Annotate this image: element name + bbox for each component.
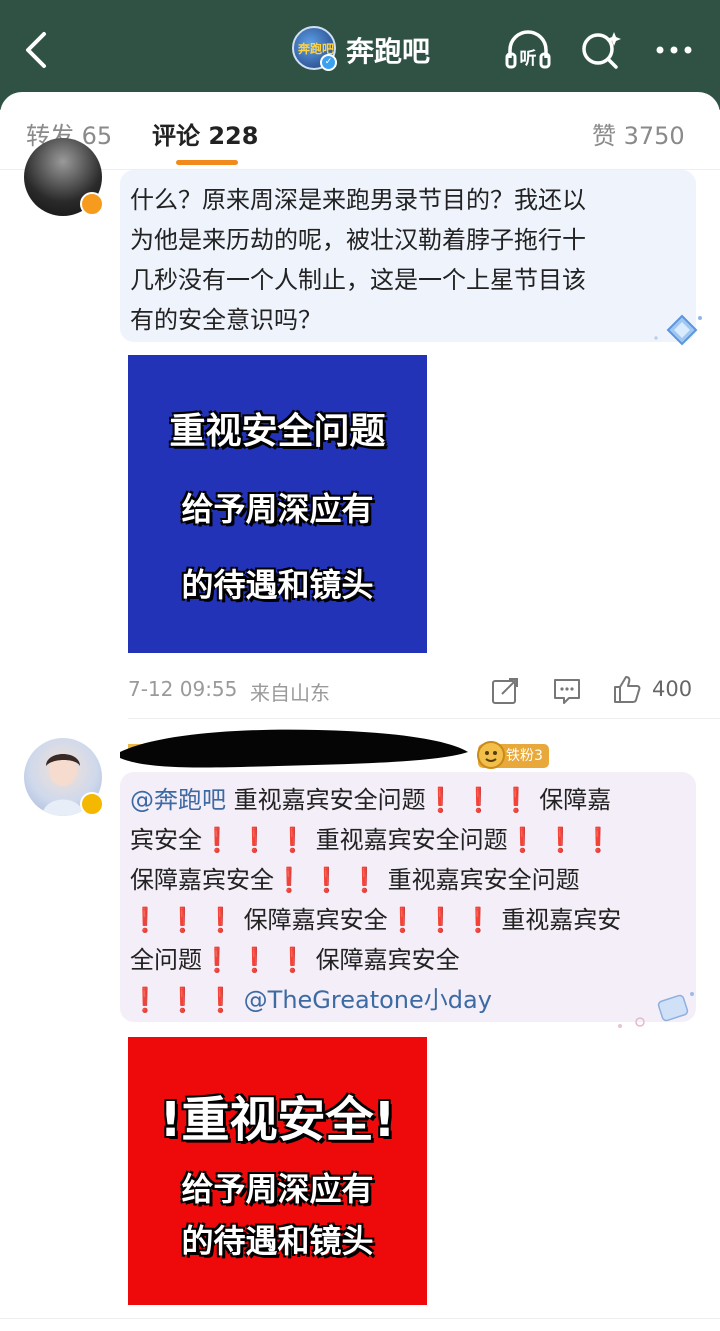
image-caption-line: 给予周深应有 [181, 490, 374, 528]
text-segment: 全问题 [130, 946, 202, 974]
text-segment: 保障嘉宾安全 [130, 866, 274, 894]
image-caption-line: 重视安全问题 [169, 411, 386, 452]
fan-badge-label: 铁粉3 [506, 748, 543, 764]
exclaim-icons: ❗❗❗ [202, 946, 316, 974]
account-name[interactable]: 奔跑吧 [346, 30, 430, 70]
tab-comments[interactable]: 评论 228 [152, 116, 258, 151]
comment-text: 什么？原来周深是来跑男录节目的？我还以 为他是来历劫的呢，被壮汉勒着脖子拖行十 … [130, 180, 690, 340]
exclaim-icons: ❗❗❗ [274, 866, 388, 894]
bubble-decoration-icon [618, 992, 694, 1028]
text-segment: 保障嘉 [539, 786, 612, 814]
listen-icon[interactable]: 听 [504, 28, 552, 72]
comment-line: 为他是来历劫的呢，被壮汉勒着脖子拖行十 [130, 226, 586, 254]
mention-link[interactable]: @奔跑吧 [130, 786, 226, 814]
fan-badge-icon [477, 741, 505, 769]
image-caption-line: 给予周深应有 [181, 1170, 374, 1208]
comment-time: 7-12 09:55 [128, 677, 238, 701]
text-segment: 保障嘉宾安全 [243, 906, 388, 934]
active-tab-indicator [176, 160, 238, 165]
text-segment: 重视嘉宾安全问题 [387, 866, 580, 894]
share-icon[interactable] [490, 676, 520, 706]
text-segment: 重视嘉宾安 [501, 906, 622, 934]
text-segment: 保障嘉宾安全 [315, 946, 460, 974]
more-icon[interactable] [650, 28, 698, 72]
image-caption-line: 的待遇和镜头 [181, 566, 374, 604]
comment-divider [0, 1318, 720, 1319]
search-icon[interactable] [578, 28, 626, 72]
tab-likes[interactable]: 赞 3750 [592, 116, 685, 151]
comment-location: 来自山东 [250, 681, 330, 705]
exclaim-icons: ❗❗❗ [387, 906, 502, 934]
comment-divider [128, 718, 720, 719]
verified-badge-icon [80, 192, 104, 216]
exclaim-icons: ❗❗❗ [130, 986, 244, 1014]
comment-line: 宾安全❗❗❗重视嘉宾安全问题❗❗❗ [130, 820, 690, 860]
text-segment: 宾安全 [130, 826, 202, 854]
comment-line: ❗❗❗保障嘉宾安全❗❗❗重视嘉宾安 [130, 900, 690, 940]
listen-label: 听 [520, 48, 537, 69]
text-segment: 重视嘉宾安全问题 [315, 826, 508, 854]
comment-line: 全问题❗❗❗保障嘉宾安全 [130, 940, 690, 980]
exclaim-icons: ❗❗❗ [130, 906, 244, 934]
verified-badge-icon [80, 792, 104, 816]
comment-image[interactable]: !重视安全! 给予周深应有 的待遇和镜头 [128, 1037, 427, 1305]
exclaim-icons: ❗❗❗ [202, 826, 316, 854]
verified-icon: ✓ [320, 54, 337, 71]
redacted-username [120, 729, 468, 768]
comment-image[interactable]: 重视安全问题 给予周深应有 的待遇和镜头 [128, 355, 427, 653]
comment-line: 什么？原来周深是来跑男录节目的？我还以 [130, 186, 586, 214]
like-icon[interactable] [612, 674, 642, 704]
tab-bar: 转发 65 评论 228 赞 3750 [0, 92, 720, 170]
comment-line: @奔跑吧 重视嘉宾安全问题❗❗❗保障嘉 [130, 780, 690, 820]
like-count: 400 [652, 677, 693, 701]
back-icon[interactable] [18, 28, 58, 72]
comment-line: 保障嘉宾安全❗❗❗重视嘉宾安全问题 [130, 860, 690, 900]
exclaim-icons: ❗❗❗ [507, 826, 622, 854]
text-segment: 重视嘉宾安全问题 [226, 786, 426, 814]
image-caption-line: !重视安全! [159, 1092, 396, 1148]
image-caption-line: 的待遇和镜头 [181, 1222, 374, 1260]
reply-icon[interactable] [552, 676, 582, 706]
comment-line: 有的安全意识吗？ [130, 306, 322, 334]
mention-link[interactable]: @TheGreatone小day [244, 986, 492, 1014]
exclaim-icons: ❗❗❗ [425, 786, 540, 814]
comment-line: 几秒没有一个人制止，这是一个上星节目该 [130, 266, 586, 294]
bubble-decoration-icon [654, 314, 702, 346]
